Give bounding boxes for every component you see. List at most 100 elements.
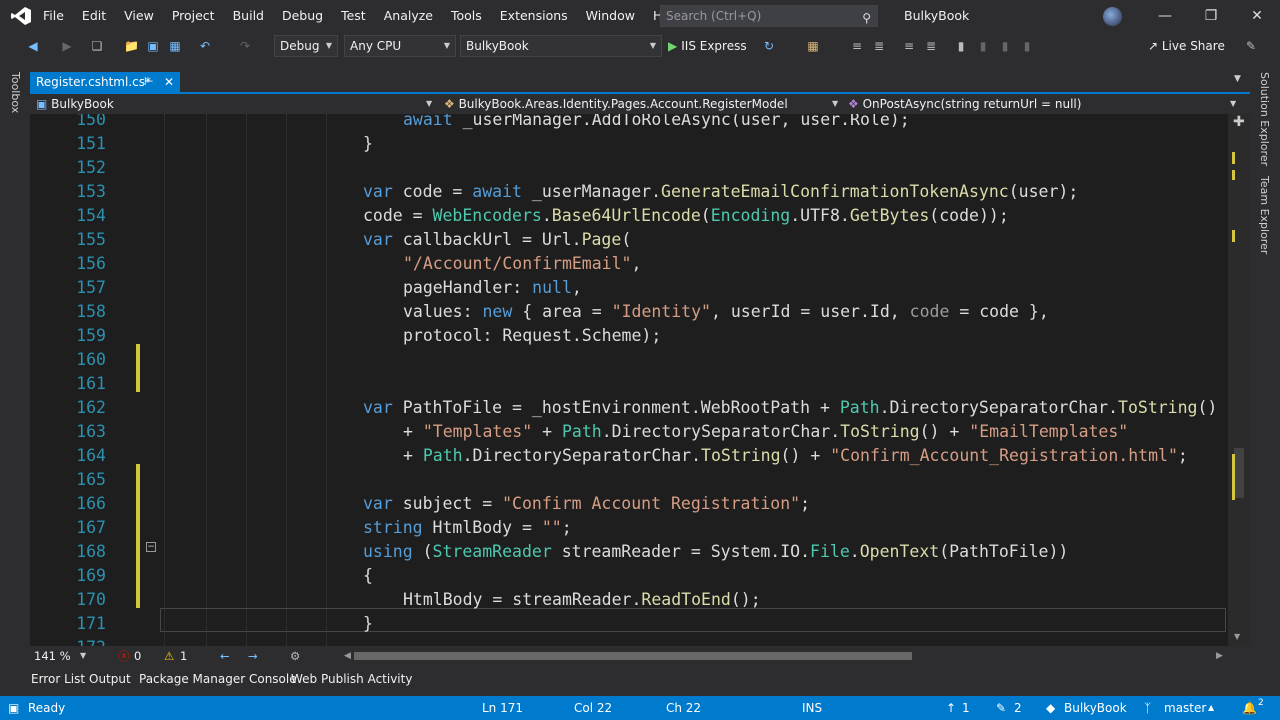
code-line[interactable]: 151} [30, 132, 1228, 156]
save-icon[interactable]: ▣ [146, 39, 160, 53]
unpushed-count[interactable]: 1 [962, 696, 970, 720]
run-iis-express-button[interactable]: ▶ IIS Express [668, 35, 747, 57]
menu-item-build[interactable]: Build [224, 0, 273, 32]
save-all-icon[interactable]: ▦ [168, 39, 182, 53]
tab-package-manager-console[interactable]: Package Manager Console [139, 666, 297, 692]
error-count[interactable]: 0 [134, 646, 141, 666]
code-line[interactable]: 164 + Path.DirectorySeparatorChar.ToStrin… [30, 444, 1228, 468]
code-line[interactable]: 166 var subject = "Confirm Account Regist… [30, 492, 1228, 516]
uncomment-icon[interactable]: ≣ [924, 39, 938, 53]
avatar[interactable] [1103, 7, 1122, 26]
close-icon[interactable]: ✕ [164, 72, 174, 92]
menu-item-test[interactable]: Test [332, 0, 375, 32]
clear-bookmarks-icon[interactable]: ▮ [1020, 39, 1034, 53]
menu-item-analyze[interactable]: Analyze [375, 0, 442, 32]
browser-link-icon[interactable]: ▦ [806, 39, 820, 53]
type-dropdown[interactable]: ❖ BulkyBook.Areas.Identity.Pages.Account… [444, 94, 838, 114]
scroll-right-icon[interactable]: ▶ [1216, 646, 1223, 666]
refresh-icon[interactable]: ↻ [762, 39, 776, 53]
minimize-button[interactable]: — [1142, 0, 1188, 32]
tab-error-list[interactable]: Error List [31, 666, 85, 692]
horizontal-scroll-thumb[interactable] [354, 652, 912, 660]
code-line[interactable]: 170 HtmlBody = streamReader.ReadToEnd(); [30, 588, 1228, 612]
code-line[interactable]: 162 var PathToFile = _hostEnvironment.Web… [30, 396, 1228, 420]
redo-icon[interactable]: ↷ [238, 39, 252, 53]
back-icon[interactable]: ◀ [26, 39, 40, 53]
code-editor[interactable]: − 150 await _userManager.AddToRoleAsync(u… [30, 114, 1228, 646]
cleanup-icon[interactable]: ⚙ [290, 646, 300, 666]
toolbox-tab[interactable]: Toolbox [9, 72, 22, 113]
code-line[interactable]: 161 [30, 372, 1228, 396]
project-dropdown[interactable]: ▣ BulkyBook [36, 94, 436, 114]
code-line[interactable]: 154 code = WebEncoders.Base64UrlEncode(En… [30, 204, 1228, 228]
repository-name[interactable]: BulkyBook [1064, 696, 1127, 720]
forward-icon[interactable]: ▶ [60, 39, 74, 53]
code-line[interactable]: 152 [30, 156, 1228, 180]
prev-bookmark-icon[interactable]: ▮ [976, 39, 990, 53]
tab-register-cshtml-cs[interactable]: Register.cshtml.cs* ⊢ ✕ [30, 72, 180, 92]
code-text: var PathToFile = _hostEnvironment.WebRoo… [363, 396, 1217, 420]
zoom-level[interactable]: 141 % [34, 646, 71, 666]
code-line[interactable]: 159 protocol: Request.Scheme); [30, 324, 1228, 348]
menu-item-tools[interactable]: Tools [442, 0, 491, 32]
next-bookmark-icon[interactable]: ▮ [998, 39, 1012, 53]
close-button[interactable]: ✕ [1234, 0, 1280, 32]
pin-icon[interactable]: ⊢ [144, 72, 154, 92]
feedback-icon[interactable]: ✎ [1244, 39, 1258, 53]
tab-output[interactable]: Output [89, 666, 131, 692]
code-token: . [849, 542, 860, 561]
code-line[interactable]: 150 await _userManager.AddToRoleAsync(use… [30, 114, 1228, 132]
menu-item-window[interactable]: Window [577, 0, 644, 32]
notification-bell-icon[interactable]: 🔔 [1242, 696, 1257, 720]
code-line[interactable]: 163 + "Templates" + Path.DirectorySeparat… [30, 420, 1228, 444]
new-project-icon[interactable]: ❏ [90, 39, 104, 53]
menu-item-edit[interactable]: Edit [73, 0, 115, 32]
menu-item-file[interactable]: File [34, 0, 73, 32]
menu-item-extensions[interactable]: Extensions [491, 0, 577, 32]
code-line[interactable]: 167 string HtmlBody = ""; [30, 516, 1228, 540]
indent-icon[interactable]: ≣ [872, 39, 886, 53]
code-line[interactable]: 153 var code = await _userManager.Generat… [30, 180, 1228, 204]
split-view-icon[interactable]: ✚ [1233, 114, 1245, 130]
open-folder-icon[interactable]: 📁 [124, 39, 139, 53]
configuration-dropdown[interactable]: Debug ▼ [274, 35, 338, 57]
search-box[interactable]: Search (Ctrl+Q) ⚲ [660, 5, 878, 27]
warning-count[interactable]: 1 [180, 646, 187, 666]
branch-name[interactable]: master [1164, 696, 1206, 720]
code-line[interactable]: 160 [30, 348, 1228, 372]
vertical-scrollbar[interactable]: ✚ ▼ [1228, 114, 1250, 646]
code-line[interactable]: 168 using (StreamReader streamReader = Sy… [30, 540, 1228, 564]
vertical-scroll-thumb[interactable] [1234, 448, 1244, 498]
restore-button[interactable]: ❐ [1188, 0, 1234, 32]
team-explorer-tab[interactable]: Team Explorer [1258, 176, 1271, 254]
bookmark-icon[interactable]: ▮ [954, 39, 968, 53]
pencil-icon[interactable]: ✎ [996, 696, 1006, 720]
menu-item-debug[interactable]: Debug [273, 0, 332, 32]
code-line[interactable]: 158 values: new { area = "Identity", user… [30, 300, 1228, 324]
member-dropdown[interactable]: ❖ OnPostAsync(string returnUrl = null) [848, 94, 1238, 114]
align-icon[interactable]: ≡ [850, 39, 864, 53]
code-line[interactable]: 169 { [30, 564, 1228, 588]
startup-project-dropdown[interactable]: BulkyBook ▼ [460, 35, 662, 57]
undo-icon[interactable]: ↶ [198, 39, 212, 53]
scroll-down-icon[interactable]: ▼ [1234, 632, 1240, 641]
solution-explorer-tab[interactable]: Solution Explorer [1258, 72, 1271, 166]
push-icon[interactable]: ↑ [946, 696, 956, 720]
menu-item-view[interactable]: View [115, 0, 163, 32]
code-line[interactable]: 157 pageHandler: null, [30, 276, 1228, 300]
scroll-left-icon[interactable]: ◀ [344, 646, 351, 666]
menu-item-project[interactable]: Project [163, 0, 224, 32]
tab-web-publish-activity[interactable]: Web Publish Activity [291, 666, 412, 692]
code-line[interactable]: 171} [30, 612, 1228, 636]
code-line[interactable]: 156 "/Account/ConfirmEmail", [30, 252, 1228, 276]
tab-overflow-icon[interactable]: ▼ [1234, 74, 1241, 84]
previous-issue-icon[interactable]: ← [220, 646, 230, 666]
next-issue-icon[interactable]: → [248, 646, 258, 666]
code-line[interactable]: 165 [30, 468, 1228, 492]
comment-icon[interactable]: ≡ [902, 39, 916, 53]
code-line[interactable]: 172 [30, 636, 1228, 646]
live-share-button[interactable]: ↗ Live Share [1148, 35, 1225, 57]
changes-count[interactable]: 2 [1014, 696, 1022, 720]
code-line[interactable]: 155 var callbackUrl = Url.Page( [30, 228, 1228, 252]
platform-dropdown[interactable]: Any CPU ▼ [344, 35, 456, 57]
